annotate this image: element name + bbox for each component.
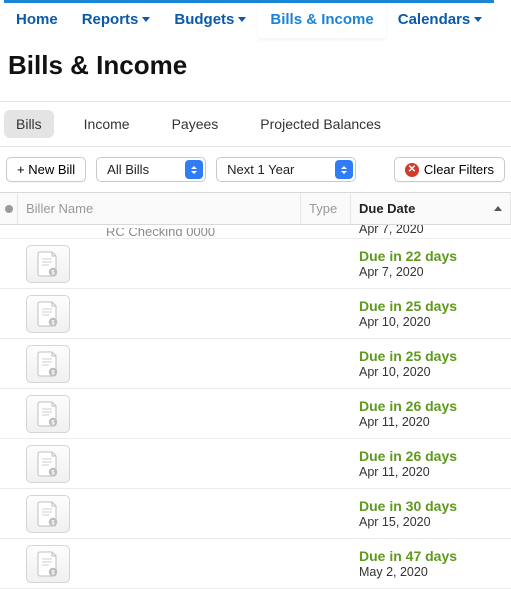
due-in-label: Due in 25 days (359, 348, 503, 364)
column-due-date[interactable]: Due Date (351, 193, 511, 224)
table-body: $ Due in 22 daysApr 7, 2020 $ Due in 25 day… (0, 239, 511, 589)
due-date: Apr 15, 2020 (359, 515, 503, 529)
table-row[interactable]: $ Due in 22 daysApr 7, 2020 (0, 239, 511, 289)
range-select[interactable]: Next 1 Year (216, 157, 356, 182)
due-in-label: Due in 25 days (359, 298, 503, 314)
clear-filters-label: Clear Filters (424, 162, 494, 177)
tab-income[interactable]: Income (72, 110, 142, 138)
due-in-label: Due in 47 days (359, 548, 503, 564)
due-date-fragment: Apr 7, 2020 (359, 225, 503, 236)
biller-name-fragment: RC Checking 0000 (106, 228, 215, 236)
stepper-icon (185, 160, 203, 179)
bill-icon: $ (26, 295, 70, 333)
due-date: Apr 10, 2020 (359, 365, 503, 379)
bill-icon: $ (26, 395, 70, 433)
table-row[interactable]: $ Due in 25 daysApr 10, 2020 (0, 289, 511, 339)
new-bill-label: + New Bill (17, 162, 75, 177)
sort-asc-icon (494, 206, 502, 211)
dot-icon (5, 205, 13, 213)
clear-icon: ✕ (405, 163, 419, 177)
column-status[interactable] (0, 193, 18, 224)
table-header: Biller Name Type Due Date (0, 192, 511, 225)
due-in-label: Due in 30 days (359, 498, 503, 514)
bill-icon: $ (26, 345, 70, 383)
table-row[interactable]: $ Due in 25 daysApr 10, 2020 (0, 339, 511, 389)
tab-projected-balances[interactable]: Projected Balances (248, 110, 393, 138)
due-in-label: Due in 22 days (359, 248, 503, 264)
column-type[interactable]: Type (301, 193, 351, 224)
clear-filters-button[interactable]: ✕ Clear Filters (394, 157, 505, 182)
table-row[interactable]: $ Due in 26 daysApr 11, 2020 (0, 439, 511, 489)
new-bill-button[interactable]: + New Bill (6, 157, 86, 182)
due-in-label: Due in 26 days (359, 448, 503, 464)
bill-icon: $ (26, 445, 70, 483)
due-in-label: Due in 26 days (359, 398, 503, 414)
tab-payees[interactable]: Payees (160, 110, 231, 138)
range-select-value: Next 1 Year (227, 162, 294, 177)
chevron-down-icon (238, 17, 246, 22)
bill-icon: $ (26, 245, 70, 283)
tabs: Bills Income Payees Projected Balances (0, 101, 511, 147)
column-biller-name[interactable]: Biller Name (18, 193, 301, 224)
chevron-down-icon (142, 17, 150, 22)
chevron-down-icon (474, 17, 482, 22)
nav-item-calendars[interactable]: Calendars (386, 0, 495, 38)
stepper-icon (335, 160, 353, 179)
scope-select-value: All Bills (107, 162, 149, 177)
scope-select[interactable]: All Bills (96, 157, 206, 182)
due-date: May 2, 2020 (359, 565, 503, 579)
top-nav: HomeReportsBudgetsBills & IncomeCalendar… (0, 0, 511, 38)
table-row[interactable]: $ Due in 26 daysApr 11, 2020 (0, 389, 511, 439)
nav-item-budgets[interactable]: Budgets (162, 0, 258, 38)
filter-bar: + New Bill All Bills Next 1 Year ✕ Clear… (0, 147, 511, 192)
nav-item-bills-income[interactable]: Bills & Income (258, 0, 385, 38)
due-date: Apr 7, 2020 (359, 265, 503, 279)
table-row[interactable]: RC Checking 0000 Apr 7, 2020 (0, 225, 511, 239)
bill-icon: $ (26, 545, 70, 583)
tab-bills[interactable]: Bills (4, 110, 54, 138)
page-title: Bills & Income (0, 38, 511, 101)
table-row[interactable]: $ Due in 30 daysApr 15, 2020 (0, 489, 511, 539)
bill-icon: $ (26, 495, 70, 533)
due-date: Apr 11, 2020 (359, 465, 503, 479)
nav-item-home[interactable]: Home (4, 0, 70, 38)
due-date: Apr 10, 2020 (359, 315, 503, 329)
due-date: Apr 11, 2020 (359, 415, 503, 429)
nav-item-reports[interactable]: Reports (70, 0, 163, 38)
